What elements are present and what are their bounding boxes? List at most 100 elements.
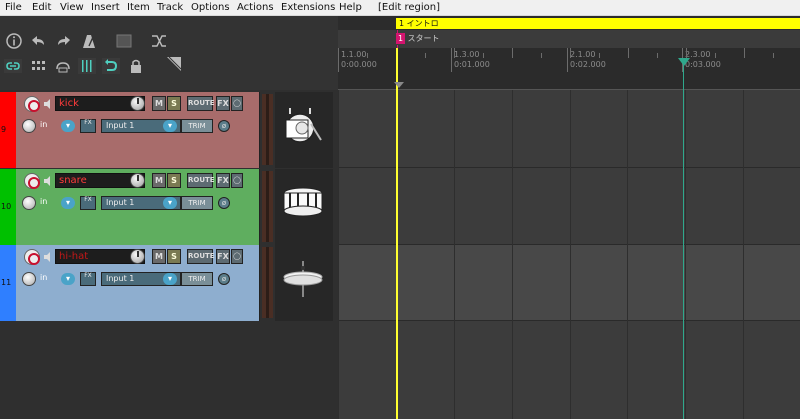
monitor-fx-button[interactable]: FX	[80, 196, 96, 210]
track-snare[interactable]: 10 snare M S ROUTE FX ◯ in ▾ FX Input 1 …	[0, 169, 333, 245]
solo-button[interactable]: S	[167, 249, 181, 264]
edit-region-label: [Edit region]	[378, 2, 440, 13]
fx-button[interactable]: FX	[216, 96, 230, 111]
menu-insert[interactable]: Insert	[91, 1, 120, 14]
trim-button[interactable]: TRIM	[181, 119, 213, 133]
pan-knob[interactable]	[22, 119, 36, 133]
ruler-measure-label: 1.1.00	[341, 50, 367, 59]
track-lane-kick[interactable]	[338, 92, 800, 168]
menu-track[interactable]: Track	[157, 1, 183, 14]
route-button[interactable]: ROUTE	[187, 173, 215, 188]
edit-cursor-line	[396, 48, 398, 419]
menu-help[interactable]: Help	[339, 1, 362, 14]
phase-icon[interactable]: ø	[218, 197, 230, 209]
track-lane-hi-hat[interactable]	[338, 245, 800, 321]
volume-knob[interactable]	[130, 249, 145, 264]
menu-actions[interactable]: Actions	[237, 1, 274, 14]
route-button[interactable]: ROUTE	[187, 96, 215, 111]
input-monitor-dropdown-icon[interactable]: ▾	[61, 120, 75, 132]
phase-icon[interactable]: ø	[218, 273, 230, 285]
region-label: イントロ	[406, 19, 439, 28]
dotgrid-icon[interactable]	[78, 57, 96, 75]
metronome-icon[interactable]	[80, 32, 98, 50]
loop-icon[interactable]	[102, 57, 120, 75]
fx-bypass-icon[interactable]: ◯	[231, 173, 243, 188]
route-button[interactable]: ROUTE	[187, 249, 215, 264]
ruler-tick	[628, 48, 629, 58]
track-panel: kick M S ROUTE FX ◯ in ▾ FX Input 1 ▾ TR…	[16, 92, 260, 168]
input-dropdown-icon[interactable]: ▾	[163, 273, 177, 285]
input-dropdown-icon[interactable]: ▾	[163, 197, 177, 209]
track-icon-area[interactable]	[275, 92, 333, 168]
ruler-major-tick	[338, 48, 339, 72]
pan-knob[interactable]	[22, 196, 36, 210]
input-monitor-dropdown-icon[interactable]: ▾	[61, 273, 75, 285]
region-number: 1	[399, 19, 405, 28]
menu-options[interactable]: Options	[191, 1, 230, 14]
track-hi-hat[interactable]: 11 hi-hat M S ROUTE FX ◯ in ▾ FX Input 1…	[0, 245, 333, 321]
track-color-bar[interactable]: 11	[0, 245, 16, 321]
tempo-icon[interactable]	[150, 32, 168, 50]
mute-button[interactable]: M	[152, 96, 166, 111]
menu-bar: File Edit View Insert Item Track Options…	[0, 0, 800, 16]
marker-label: スタート	[407, 34, 440, 43]
grid-square-icon[interactable]	[115, 32, 133, 50]
volume-knob[interactable]	[130, 173, 145, 188]
playhead-flag-icon[interactable]	[678, 58, 690, 66]
track-icon-area[interactable]	[275, 245, 333, 321]
ruler-tick	[599, 53, 600, 58]
track-color-bar[interactable]: 10	[0, 169, 16, 245]
undo-icon[interactable]	[29, 32, 47, 50]
timeline-ruler[interactable]: 1.1.00 0:00.000 1.3.00 0:01.000 2.1.00 0:02.0…	[338, 48, 800, 90]
fx-button[interactable]: FX	[216, 173, 230, 188]
track-color-bar[interactable]: 9	[0, 92, 16, 168]
input-monitor-dropdown-icon[interactable]: ▾	[61, 197, 75, 209]
trim-button[interactable]: TRIM	[181, 272, 213, 286]
fx-bypass-icon[interactable]: ◯	[231, 96, 243, 111]
input-dropdown-icon[interactable]: ▾	[163, 120, 177, 132]
redo-icon[interactable]	[55, 32, 73, 50]
menu-item[interactable]: Item	[127, 1, 150, 14]
track-kick[interactable]: 9 kick M S ROUTE FX ◯ in ▾ FX Input 1 ▾ …	[0, 92, 333, 168]
monitor-fx-button[interactable]: FX	[80, 119, 96, 133]
pan-knob[interactable]	[22, 272, 36, 286]
main-toolbar	[0, 16, 338, 90]
menu-edit[interactable]: Edit	[32, 1, 51, 14]
menu-view[interactable]: View	[60, 1, 84, 14]
menu-extensions[interactable]: Extensions	[281, 1, 335, 14]
envelope-icon[interactable]	[165, 54, 183, 72]
track-panel: hi-hat M S ROUTE FX ◯ in ▾ FX Input 1 ▾ …	[16, 245, 260, 321]
ruler-tick	[773, 53, 774, 58]
region-intro[interactable]: 1 イントロ	[396, 18, 800, 29]
snap-icon[interactable]	[54, 57, 72, 75]
link-icon[interactable]	[4, 57, 22, 75]
volume-knob[interactable]	[130, 96, 145, 111]
ruler-tick	[367, 53, 368, 58]
menu-file[interactable]: File	[5, 1, 22, 14]
mute-button[interactable]: M	[152, 173, 166, 188]
arrange-view[interactable]: 1 イントロ 1 スタート 1.1.00 0:00.000 1.3.00 0:01.0…	[338, 16, 800, 419]
fx-bypass-icon[interactable]: ◯	[231, 249, 243, 264]
fx-button[interactable]: FX	[216, 249, 230, 264]
marker-start[interactable]: 1 スタート	[396, 33, 440, 44]
record-arm-button[interactable]	[24, 249, 40, 265]
track-icon-area[interactable]	[275, 169, 333, 245]
grid-line	[454, 90, 455, 419]
record-arm-button[interactable]	[24, 173, 40, 189]
track-meter	[262, 94, 273, 165]
mute-button[interactable]: M	[152, 249, 166, 264]
grid-icon[interactable]	[29, 57, 47, 75]
solo-button[interactable]: S	[167, 173, 181, 188]
monitor-fx-button[interactable]: FX	[80, 272, 96, 286]
ruler-time-label: 0:01.000	[454, 60, 490, 69]
ruler-tick	[454, 48, 455, 58]
solo-button[interactable]: S	[167, 96, 181, 111]
phase-icon[interactable]: ø	[218, 120, 230, 132]
track-lane-snare[interactable]	[338, 169, 800, 245]
trim-button[interactable]: TRIM	[181, 196, 213, 210]
lock-icon[interactable]	[127, 57, 145, 75]
info-icon[interactable]	[5, 32, 23, 50]
edit-cursor-flag-icon[interactable]	[394, 82, 404, 88]
record-arm-button[interactable]	[24, 96, 40, 112]
track-lanes[interactable]	[338, 90, 800, 419]
